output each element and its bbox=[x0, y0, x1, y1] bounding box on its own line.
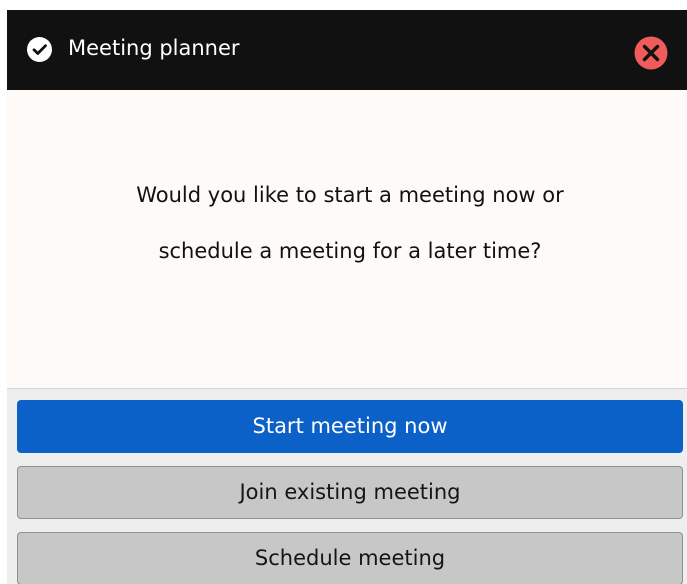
button-area: Start meeting now Join existing meeting … bbox=[7, 388, 687, 584]
check-circle-icon bbox=[27, 37, 52, 62]
prompt-message-line: Would you like to start a meeting now or bbox=[136, 183, 564, 207]
window-title: Meeting planner bbox=[68, 36, 240, 60]
title-bar: Meeting planner bbox=[7, 10, 687, 90]
prompt-message: Would you like to start a meeting now or… bbox=[7, 167, 687, 279]
start-meeting-now-button[interactable]: Start meeting now bbox=[17, 400, 683, 453]
schedule-meeting-button[interactable]: Schedule meeting bbox=[17, 532, 683, 584]
prompt-message-line: schedule a meeting for a later time? bbox=[158, 239, 542, 263]
close-icon[interactable] bbox=[634, 36, 668, 70]
join-existing-meeting-button[interactable]: Join existing meeting bbox=[17, 466, 683, 519]
meeting-planner-dialog: Meeting planner Would you like to start … bbox=[7, 10, 687, 584]
